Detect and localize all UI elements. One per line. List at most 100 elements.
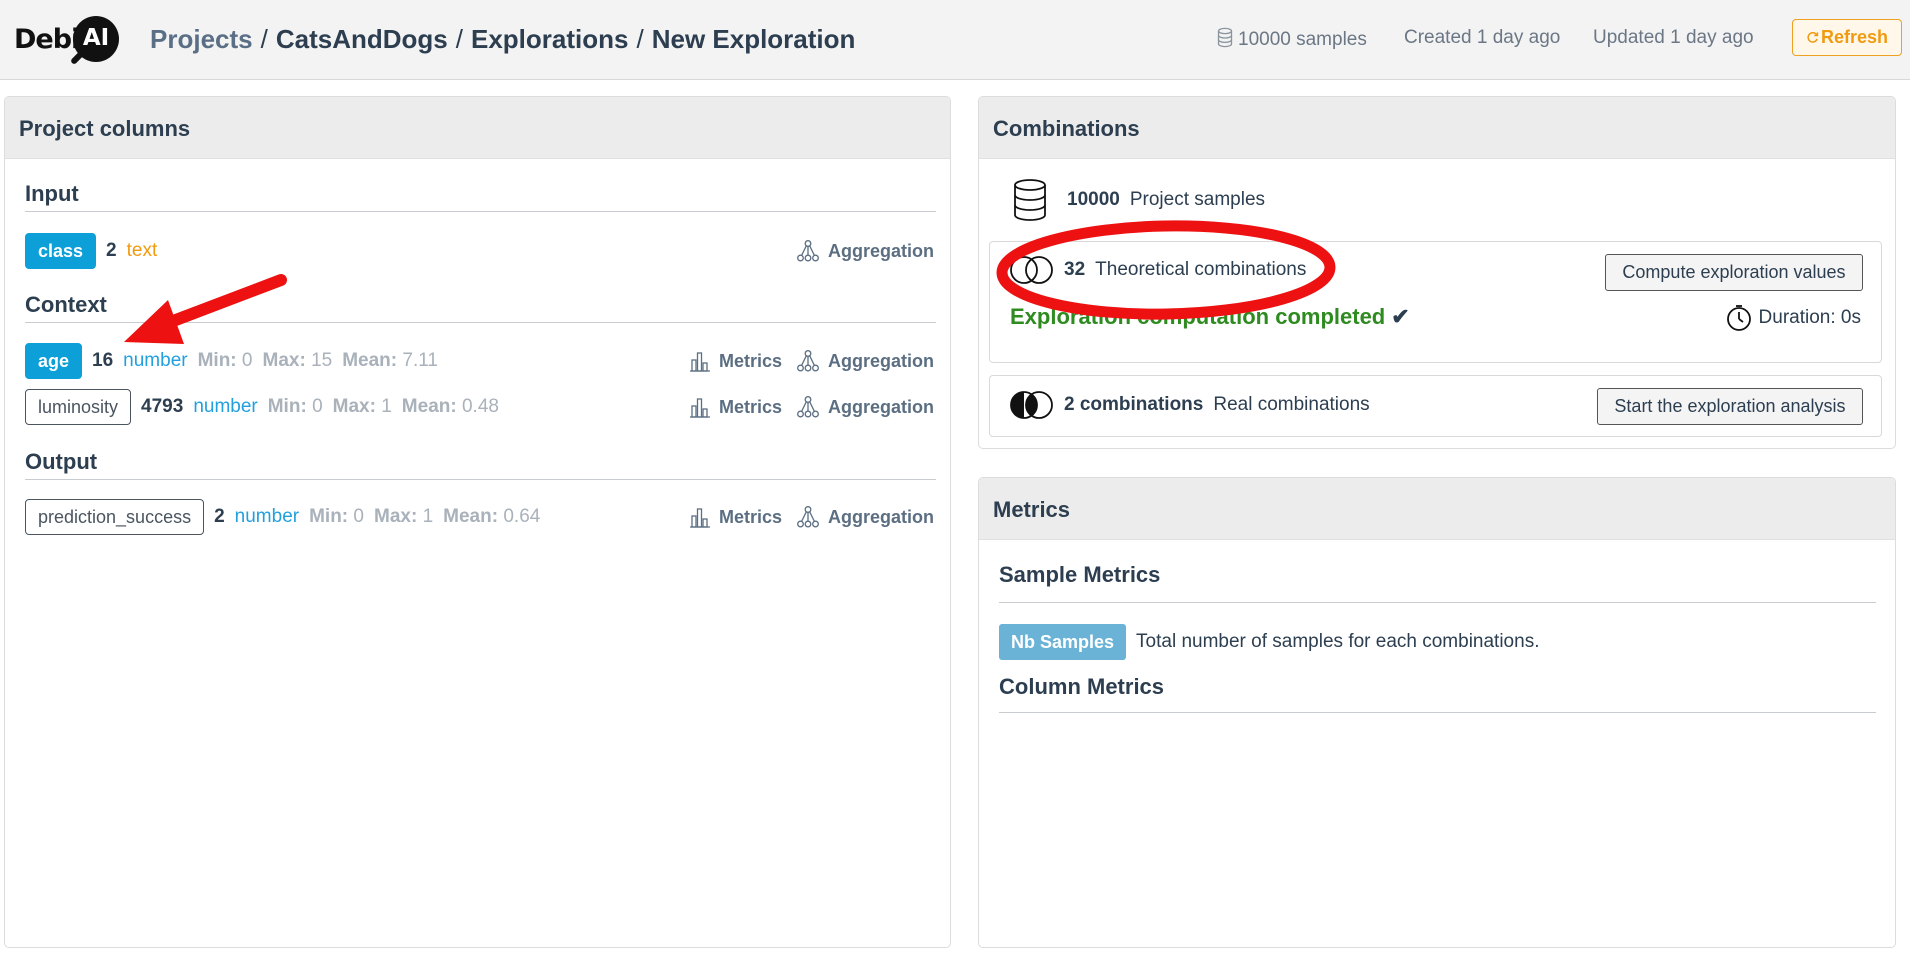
column-type: number	[123, 350, 188, 371]
venn-intersection-icon	[1010, 391, 1053, 419]
aggregation-icon	[797, 506, 819, 528]
aggregation-button[interactable]: Aggregation	[796, 349, 934, 373]
stopwatch-icon	[1726, 305, 1751, 331]
project-samples-line: 10000 Project samples	[1013, 179, 1265, 221]
metrics-button[interactable]: Metrics	[689, 350, 782, 372]
column-count: 2	[106, 240, 117, 261]
metrics-panel: Metrics Sample Metrics Nb Samples Total …	[978, 477, 1896, 948]
check-icon: ✔	[1391, 304, 1410, 329]
section-divider	[25, 479, 936, 480]
breadcrumb-explorations[interactable]: Explorations	[471, 24, 628, 54]
combinations-title: Combinations	[979, 97, 1895, 159]
computation-status: Exploration computation completed ✔	[1010, 304, 1410, 330]
project-samples-label: Project samples	[1129, 189, 1266, 210]
debiai-logo[interactable]: Debi AI	[14, 14, 124, 66]
aggregation-label: Aggregation	[828, 350, 934, 371]
column-row-class: class 2 text Aggregation	[25, 233, 934, 269]
column-row-prediction-success: prediction_success 2 number Min: 0 Max: 1…	[25, 499, 934, 535]
real-label: Real combinations	[1213, 394, 1370, 415]
input-section-title: Input	[25, 181, 79, 206]
metrics-label: Metrics	[718, 350, 782, 371]
aggregation-icon	[797, 396, 819, 418]
aggregation-button[interactable]: Aggregation	[796, 239, 934, 263]
aggregation-button[interactable]: Aggregation	[796, 395, 934, 419]
refresh-icon	[1807, 32, 1819, 43]
column-row-luminosity: luminosity 4793 number Min: 0 Max: 1 Mean:…	[25, 389, 934, 425]
refresh-button[interactable]: Refresh	[1792, 19, 1902, 56]
nb-samples-badge[interactable]: Nb Samples	[999, 624, 1127, 660]
column-type: text	[126, 240, 158, 261]
section-divider	[999, 712, 1876, 713]
logo-ai: AI	[73, 16, 119, 62]
real-line: 2 combinations Real combinations	[1008, 388, 1370, 422]
logo-text: Debi	[14, 24, 80, 55]
nb-samples-row: Nb Samples Total number of samples for e…	[999, 624, 1879, 660]
column-tag-prediction-success[interactable]: prediction_success	[25, 499, 205, 535]
output-section-title: Output	[25, 449, 98, 474]
breadcrumb-separator: /	[455, 24, 463, 54]
project-samples-count: 10000	[1067, 189, 1120, 210]
column-type: number	[234, 506, 300, 527]
context-section-title: Context	[25, 292, 107, 317]
venn-diagram-icon	[1010, 256, 1053, 284]
section-divider	[25, 211, 936, 212]
aggregation-label: Aggregation	[828, 240, 934, 261]
bar-chart-icon	[689, 508, 710, 528]
duration: Duration: 0s	[1725, 304, 1861, 332]
project-columns-panel: Project columns Input class 2 text Aggre…	[4, 96, 951, 948]
breadcrumb-projects[interactable]: Projects	[150, 24, 253, 54]
compute-exploration-values-button[interactable]: Compute exploration values	[1605, 254, 1863, 291]
metrics-button[interactable]: Metrics	[689, 396, 782, 418]
sample-metrics-title: Sample Metrics	[999, 562, 1161, 587]
completed-text: Exploration computation completed	[1010, 304, 1386, 329]
metrics-button[interactable]: Metrics	[689, 506, 782, 528]
samples-text: 10000 samples	[1238, 29, 1367, 50]
real-combinations-card: 2 combinations Real combinations Start t…	[989, 375, 1882, 437]
breadcrumb-current: New Exploration	[651, 24, 856, 54]
bar-chart-icon	[689, 398, 710, 418]
column-count: 16	[92, 350, 114, 371]
aggregation-button[interactable]: Aggregation	[796, 505, 934, 529]
breadcrumb-separator: /	[636, 24, 644, 54]
aggregation-label: Aggregation	[828, 506, 934, 527]
theoretical-label: Theoretical combinations	[1095, 259, 1307, 280]
combinations-panel: Combinations 10000 Project samples 32 Th…	[978, 96, 1896, 449]
column-tag-class[interactable]: class	[25, 233, 97, 269]
aggregation-label: Aggregation	[828, 396, 934, 417]
breadcrumb-separator: /	[260, 24, 268, 54]
database-icon	[1014, 179, 1046, 221]
section-divider	[25, 322, 936, 323]
breadcrumb: Projects / CatsAndDogs / Explorations / New Ex…	[150, 24, 855, 55]
column-tag-age[interactable]: age	[25, 343, 83, 379]
section-divider	[999, 602, 1876, 603]
aggregation-icon	[797, 240, 819, 262]
duration-text: Duration: 0s	[1758, 307, 1861, 328]
created-text: Created 1 day ago	[1404, 27, 1561, 48]
database-icon	[1217, 27, 1233, 48]
column-type: number	[193, 396, 258, 417]
column-stats: Min: 0 Max: 15 Mean: 7.11	[197, 350, 438, 371]
real-count: 2 combinations	[1064, 394, 1204, 415]
column-row-age: age 16 number Min: 0 Max: 15 Mean: 7.11 Me…	[25, 343, 934, 379]
aggregation-icon	[797, 350, 819, 372]
updated-text: Updated 1 day ago	[1593, 27, 1754, 48]
project-columns-title: Project columns	[5, 97, 950, 159]
top-bar: Debi AI Projects / CatsAndDogs / Exploration…	[0, 0, 1910, 80]
breadcrumb-project[interactable]: CatsAndDogs	[276, 24, 448, 54]
column-stats: Min: 0 Max: 1 Mean: 0.48	[267, 396, 499, 417]
column-tag-luminosity[interactable]: luminosity	[25, 389, 132, 425]
theoretical-combinations-card: 32 Theoretical combinations Compute expl…	[989, 241, 1882, 363]
metrics-label: Metrics	[718, 506, 782, 527]
theoretical-count: 32	[1064, 259, 1086, 280]
column-count: 4793	[141, 396, 184, 417]
refresh-label: Refresh	[1820, 27, 1889, 47]
column-count: 2	[214, 506, 225, 527]
theoretical-line: 32 Theoretical combinations	[1008, 253, 1306, 287]
samples-count: 10000 samples	[1217, 27, 1367, 51]
metrics-label: Metrics	[718, 396, 782, 417]
column-stats: Min: 0 Max: 1 Mean: 0.64	[309, 506, 541, 527]
metrics-title: Metrics	[979, 478, 1895, 540]
nb-samples-description: Total number of samples for each combina…	[1136, 631, 1540, 652]
bar-chart-icon	[689, 352, 710, 372]
start-exploration-analysis-button[interactable]: Start the exploration analysis	[1597, 388, 1863, 425]
